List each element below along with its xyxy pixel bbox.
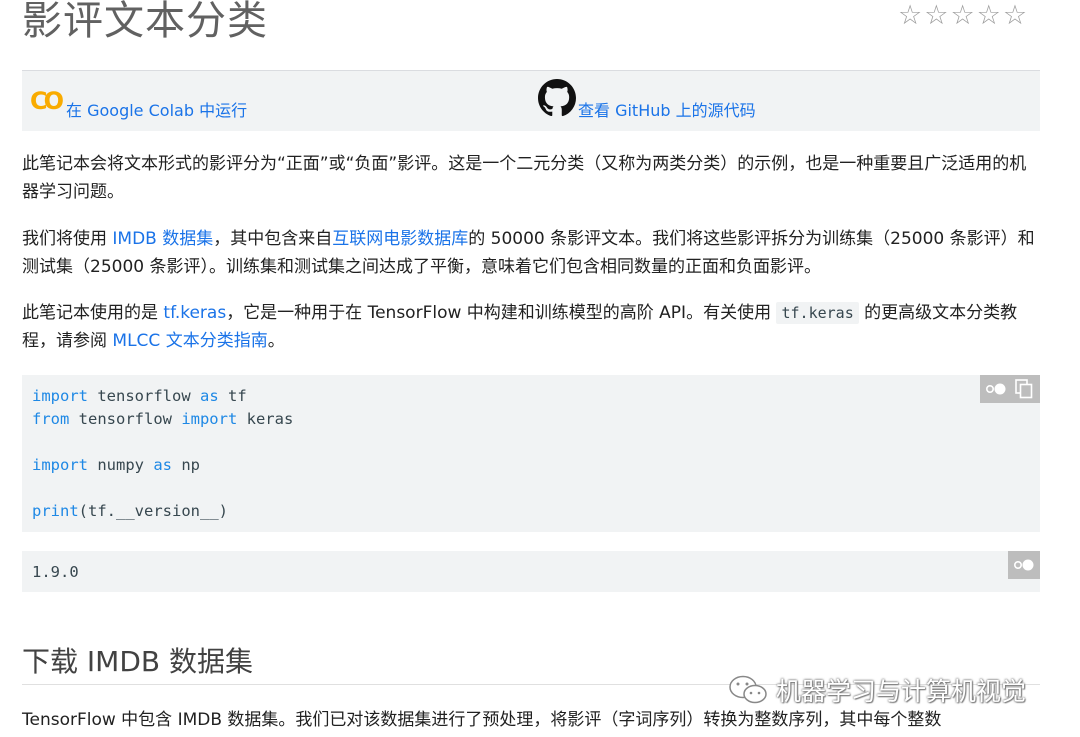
watermark-text: 机器学习与计算机视觉: [776, 677, 1027, 706]
code-line: import tensorflow as tf: [32, 385, 1030, 408]
text: 。: [267, 331, 285, 351]
watermark: 机器学习与计算机视觉: [728, 672, 1026, 708]
view-github-label[interactable]: 查看 GitHub 上的源代码: [578, 97, 756, 121]
notebook-buttons-bar: CO 在 Google Colab 中运行 查看 GitHub 上的源代码: [22, 71, 1040, 131]
toggle-theme-button[interactable]: [1012, 554, 1036, 576]
run-in-colab-label[interactable]: 在 Google Colab 中运行: [66, 97, 247, 121]
imdb-dataset-link[interactable]: IMDB 数据集: [112, 229, 213, 249]
intro-paragraph: 此笔记本会将文本形式的影评分为“正面”或“负面”影评。这是一个二元分类（又称为两…: [22, 154, 1027, 202]
wechat-icon: [729, 675, 767, 704]
star-icon[interactable]: ☆: [924, 2, 948, 29]
imdb-website-link[interactable]: 互联网电影数据库: [332, 229, 468, 249]
dataset-paragraph: 我们将使用 IMDB 数据集，其中包含来自互联网电影数据库的 50000 条影评…: [22, 225, 1042, 281]
toggle-theme-icon: [1013, 559, 1034, 571]
copy-code-button[interactable]: [1012, 378, 1036, 400]
view-github-link[interactable]: 查看 GitHub 上的源代码: [538, 71, 756, 131]
imdb-paragraph: TensorFlow 中包含 IMDB 数据集。我们已对该数据集进行了预处理，将…: [22, 710, 942, 730]
star-icon[interactable]: ☆: [950, 2, 974, 29]
code-text: keras: [237, 410, 294, 428]
toggle-theme-button[interactable]: [984, 378, 1008, 400]
keyword: print: [32, 502, 79, 520]
keyword: import: [32, 387, 88, 405]
github-icon: [538, 79, 576, 117]
code-toolbar: [980, 375, 1040, 403]
copy-icon: [1015, 379, 1033, 399]
keyword: from: [32, 410, 70, 428]
text: ，它是一种用于在 TensorFlow 中构建和训练模型的高阶 API。有关使用: [226, 303, 777, 323]
colab-logo-icon: CO: [30, 87, 64, 115]
keyword: import: [32, 456, 88, 474]
code-text: tensorflow: [69, 410, 182, 428]
star-icon[interactable]: ☆: [1003, 2, 1027, 29]
code-text: numpy: [88, 456, 154, 474]
tf-keras-link[interactable]: tf.keras: [163, 303, 226, 323]
keyword: as: [153, 456, 172, 474]
code-text: tensorflow: [88, 387, 200, 405]
code-text: np: [172, 456, 200, 474]
text: ，其中包含来自: [213, 229, 333, 249]
mlcc-guide-link[interactable]: MLCC 文本分类指南: [112, 331, 267, 351]
text: 我们将使用: [22, 229, 113, 249]
section-heading: 下载 IMDB 数据集: [22, 645, 253, 678]
output-block[interactable]: 1.9.0: [22, 551, 1040, 592]
text: 此笔记本使用的是: [22, 303, 164, 323]
rating-stars[interactable]: ☆ ☆ ☆ ☆ ☆: [898, 2, 1027, 29]
keyword: as: [199, 387, 219, 405]
output-toolbar: [1008, 551, 1040, 579]
code-block[interactable]: import tensorflow as tf from tensorflow …: [22, 375, 1040, 532]
keyword: import: [181, 410, 238, 428]
output-text: 1.9.0: [32, 563, 79, 581]
toggle-theme-icon: [985, 383, 1006, 395]
star-icon[interactable]: ☆: [977, 2, 1001, 29]
run-in-colab-link[interactable]: CO 在 Google Colab 中运行: [30, 71, 247, 131]
code-line: import numpy as np: [32, 454, 1030, 477]
code-line: from tensorflow import keras: [32, 408, 1030, 431]
inline-code: tf.keras: [776, 302, 859, 324]
code-text: (tf.__version__): [78, 502, 228, 520]
code-line: print(tf.__version__): [32, 500, 1030, 523]
star-icon[interactable]: ☆: [898, 2, 922, 29]
page-title: 影评文本分类: [22, 0, 268, 44]
code-text: tf: [218, 387, 247, 405]
keras-paragraph: 此笔记本使用的是 tf.keras，它是一种用于在 TensorFlow 中构建…: [22, 299, 1042, 355]
